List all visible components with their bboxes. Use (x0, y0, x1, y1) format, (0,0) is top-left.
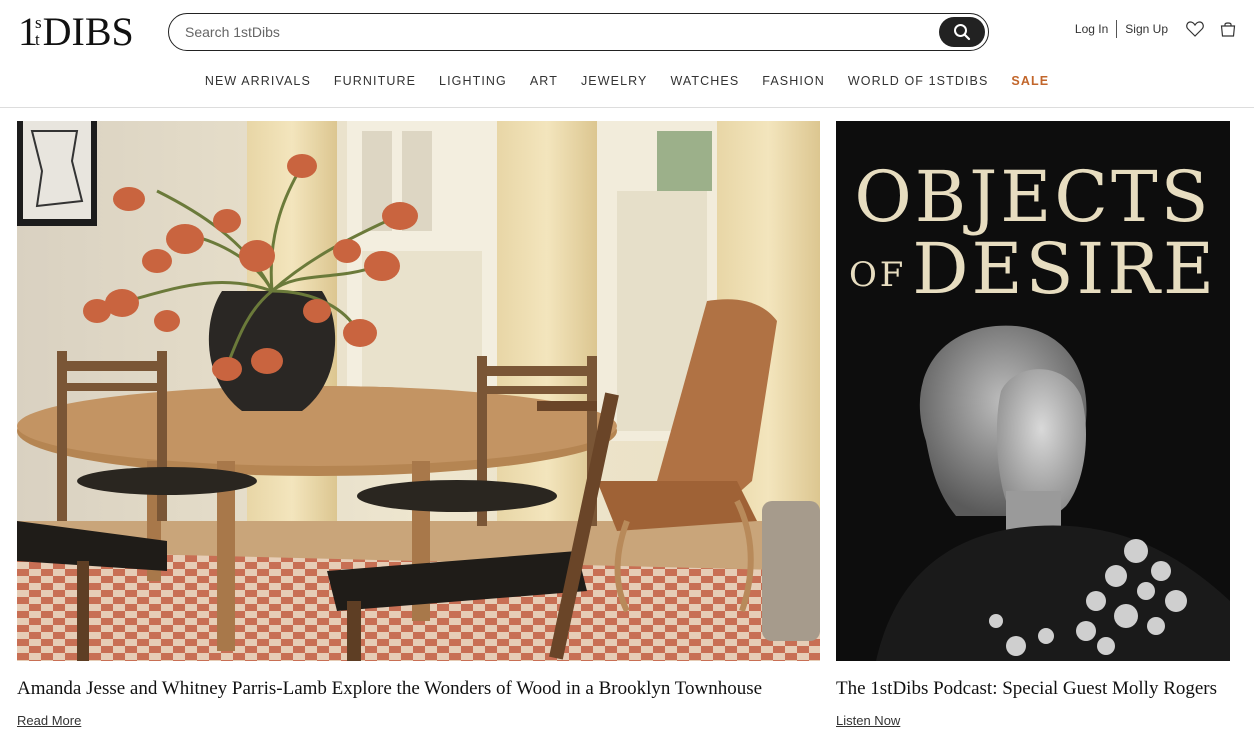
logo-dibs: DIBS (42, 9, 134, 54)
divider (1116, 20, 1118, 38)
article-title[interactable]: Amanda Jesse and Whitney Parris-Lamb Exp… (17, 678, 762, 700)
search-bar (168, 13, 989, 51)
nav-art[interactable]: ART (518, 74, 569, 88)
cart-button[interactable] (1220, 21, 1236, 37)
heart-icon (1186, 21, 1204, 37)
podcast-title[interactable]: The 1stDibs Podcast: Special Guest Molly… (836, 678, 1217, 700)
favorites-button[interactable] (1186, 21, 1204, 37)
nav-watches[interactable]: WATCHES (659, 74, 751, 88)
search-icon (954, 24, 971, 41)
nav-fashion[interactable]: FASHION (751, 74, 837, 88)
logo-st: s t (35, 14, 42, 48)
article-image-dining-room[interactable] (17, 121, 820, 661)
nav-furniture[interactable]: FURNITURE (322, 74, 427, 88)
logo-s: s (35, 13, 42, 32)
dining-room-illustration (17, 121, 820, 661)
logo-t: t (35, 30, 40, 49)
header-divider (0, 107, 1254, 108)
search-input[interactable] (169, 14, 939, 50)
nav-lighting[interactable]: LIGHTING (428, 74, 519, 88)
bag-icon (1220, 22, 1236, 37)
read-more-link[interactable]: Read More (17, 713, 81, 728)
search-button[interactable] (939, 17, 985, 47)
nav-new-arrivals[interactable]: NEW ARRIVALS (193, 74, 322, 88)
signup-link[interactable]: Sign Up (1125, 22, 1168, 36)
listen-now-link[interactable]: Listen Now (836, 713, 900, 728)
portrait-illustration (876, 325, 1230, 661)
nav-jewelry[interactable]: JEWELRY (569, 74, 659, 88)
account-links: Log In Sign Up (1075, 20, 1236, 38)
podcast-cover-image[interactable]: OBJECTS OFDESIRE (836, 121, 1230, 661)
main-nav: NEW ARRIVALS FURNITURE LIGHTING ART JEWE… (0, 74, 1254, 88)
nav-sale[interactable]: SALE (1000, 74, 1061, 88)
site-logo[interactable]: 1 s t DIBS (18, 12, 134, 52)
nav-world-of-1stdibs[interactable]: WORLD OF 1STDIBS (836, 74, 1000, 88)
login-link[interactable]: Log In (1075, 22, 1108, 36)
